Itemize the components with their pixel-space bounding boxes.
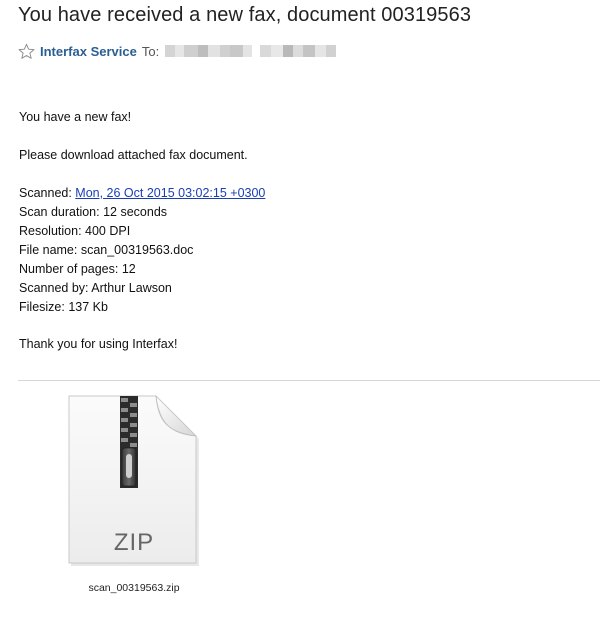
- star-icon[interactable]: [18, 43, 35, 60]
- scanned-date-link[interactable]: Mon, 26 Oct 2015 03:02:15 +0300: [75, 186, 265, 200]
- filesize-text: Filesize: 137 Kb: [19, 300, 108, 314]
- sender-name[interactable]: Interfax Service: [40, 44, 137, 59]
- zip-type-label: ZIP: [113, 529, 155, 556]
- email-subject: You have received a new fax, document 00…: [18, 4, 472, 26]
- instruction-text: Please download attached fax document.: [19, 148, 248, 162]
- email-body: You have a new fax! Please download atta…: [19, 108, 265, 354]
- thanks-text: Thank you for using Interfax!: [19, 337, 178, 351]
- scanned-by-text: Scanned by: Arthur Lawson: [19, 281, 172, 295]
- to-label: To:: [141, 43, 160, 59]
- greeting-text: You have a new fax!: [19, 110, 132, 124]
- redacted-recipient: [165, 45, 337, 57]
- scanned-line: Scanned: Mon, 26 Oct 2015 03:02:15 +0300: [19, 184, 265, 203]
- divider: [18, 380, 600, 381]
- pages-text: Number of pages: 12: [19, 262, 136, 276]
- attachment-filename[interactable]: scan_00319563.zip: [60, 582, 208, 594]
- attachment[interactable]: ZIP scan_00319563.zip: [60, 392, 208, 602]
- resolution-text: Resolution: 400 DPI: [19, 224, 131, 238]
- file-name-text: File name: scan_00319563.doc: [19, 243, 194, 257]
- scan-duration-text: Scan duration: 12 seconds: [19, 205, 168, 219]
- email-header: Interfax Service To:: [18, 40, 337, 62]
- scanned-label: Scanned:: [19, 186, 76, 200]
